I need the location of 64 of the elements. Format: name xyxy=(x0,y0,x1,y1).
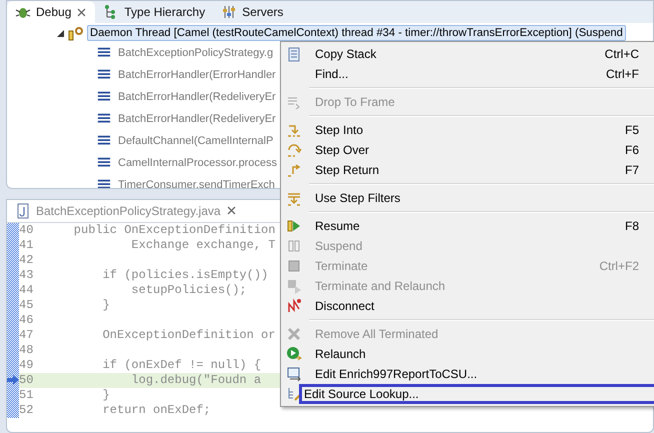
line-number: 45 xyxy=(19,298,34,312)
pause-icon xyxy=(286,238,302,254)
stack-frame-icon xyxy=(97,178,111,188)
menu-item[interactable]: Edit Enrich997ReportToCSU... xyxy=(307,364,654,384)
line-number: 46 xyxy=(19,313,34,328)
code-line: public OnExceptionDefinition xyxy=(72,223,276,238)
menu-item[interactable]: Use Step Filters xyxy=(307,188,654,208)
line-number: 44 xyxy=(19,283,34,298)
step-return-icon xyxy=(286,162,302,178)
close-icon[interactable] xyxy=(226,205,237,216)
sliders-icon xyxy=(221,4,238,20)
config-icon xyxy=(286,366,302,382)
menu-item[interactable]: Step Into F5 xyxy=(307,120,654,140)
relaunch-icon xyxy=(286,346,302,362)
disconnect-icon xyxy=(286,298,302,314)
line-number: 43 xyxy=(19,268,34,282)
stack-frame[interactable]: BatchExceptionPolicyStrategy.g xyxy=(118,47,274,59)
stop-icon xyxy=(286,258,302,274)
menu-item[interactable]: Find... Ctrl+F xyxy=(307,64,654,84)
stack-frame[interactable]: CamelInternalProcessor.process xyxy=(118,157,277,169)
line-number: 48 xyxy=(19,343,34,358)
line-number: 41 xyxy=(19,238,34,252)
line-number: 42 xyxy=(19,253,34,268)
code-line: OnExceptionDefinition or xyxy=(102,328,276,342)
close-icon[interactable] xyxy=(76,6,88,18)
code-line: if (policies.isEmpty()) xyxy=(102,268,268,282)
menu-item[interactable]: Edit Source Lookup... xyxy=(299,384,654,404)
view-tab[interactable]: Debug xyxy=(7,1,96,23)
code-line: Exchange exchange, T xyxy=(130,238,276,252)
thread-item[interactable]: Daemon Thread [Camel (testRouteCamelContext) thread #34 - timer://throwTransErrorException] (Suspend xyxy=(87,24,626,40)
stack-frame[interactable]: TimerConsumer.sendTimerExch xyxy=(118,179,275,188)
code-line: return onExDef; xyxy=(102,403,211,418)
clipboard-icon xyxy=(286,46,302,62)
stack-frame[interactable]: DefaultChannel(CamelInternalP xyxy=(118,135,274,147)
menu-item[interactable]: Relaunch xyxy=(307,344,654,364)
java-file-icon xyxy=(15,202,31,219)
menu-item[interactable]: Disconnect xyxy=(307,296,654,316)
stop-play-icon xyxy=(286,278,302,294)
code-line: } xyxy=(102,388,110,402)
expand-arrow-icon[interactable] xyxy=(55,28,65,38)
stack-frame[interactable]: BatchErrorHandler(RedeliveryEr xyxy=(118,91,276,103)
code-line: log.debug("Foudn a xyxy=(130,373,262,388)
stack-frame[interactable]: BatchErrorHandler(ErrorHandler xyxy=(118,69,276,81)
line-number: 51 xyxy=(19,388,34,402)
stack-frame[interactable]: BatchErrorHandler(RedeliveryEr xyxy=(118,113,276,125)
menu-item[interactable]: Step Return F7 xyxy=(307,160,654,180)
remove-icon xyxy=(286,326,302,342)
tree-pencil-icon xyxy=(286,386,302,402)
view-tab[interactable]: Type Hierarchy xyxy=(95,1,214,23)
line-number: 49 xyxy=(19,358,34,372)
code-line: setupPolicies(); xyxy=(130,283,247,298)
step-over-icon xyxy=(286,142,302,158)
code-line: if (onExDef != null) { xyxy=(102,358,262,372)
menu-item[interactable]: Step Over F6 xyxy=(307,140,654,160)
line-number: 52 xyxy=(19,403,34,418)
line-number: 47 xyxy=(19,328,34,342)
menu-item[interactable]: Copy Stack Ctrl+C xyxy=(307,44,654,64)
code-line: } xyxy=(102,298,110,312)
view-tab[interactable]: Servers xyxy=(213,1,292,23)
line-number: 40 xyxy=(19,223,34,238)
line-number: 50 xyxy=(19,373,34,388)
menu-item[interactable]: Resume F8 xyxy=(307,216,654,236)
resume-icon xyxy=(286,218,302,234)
thread-icon xyxy=(68,24,84,40)
